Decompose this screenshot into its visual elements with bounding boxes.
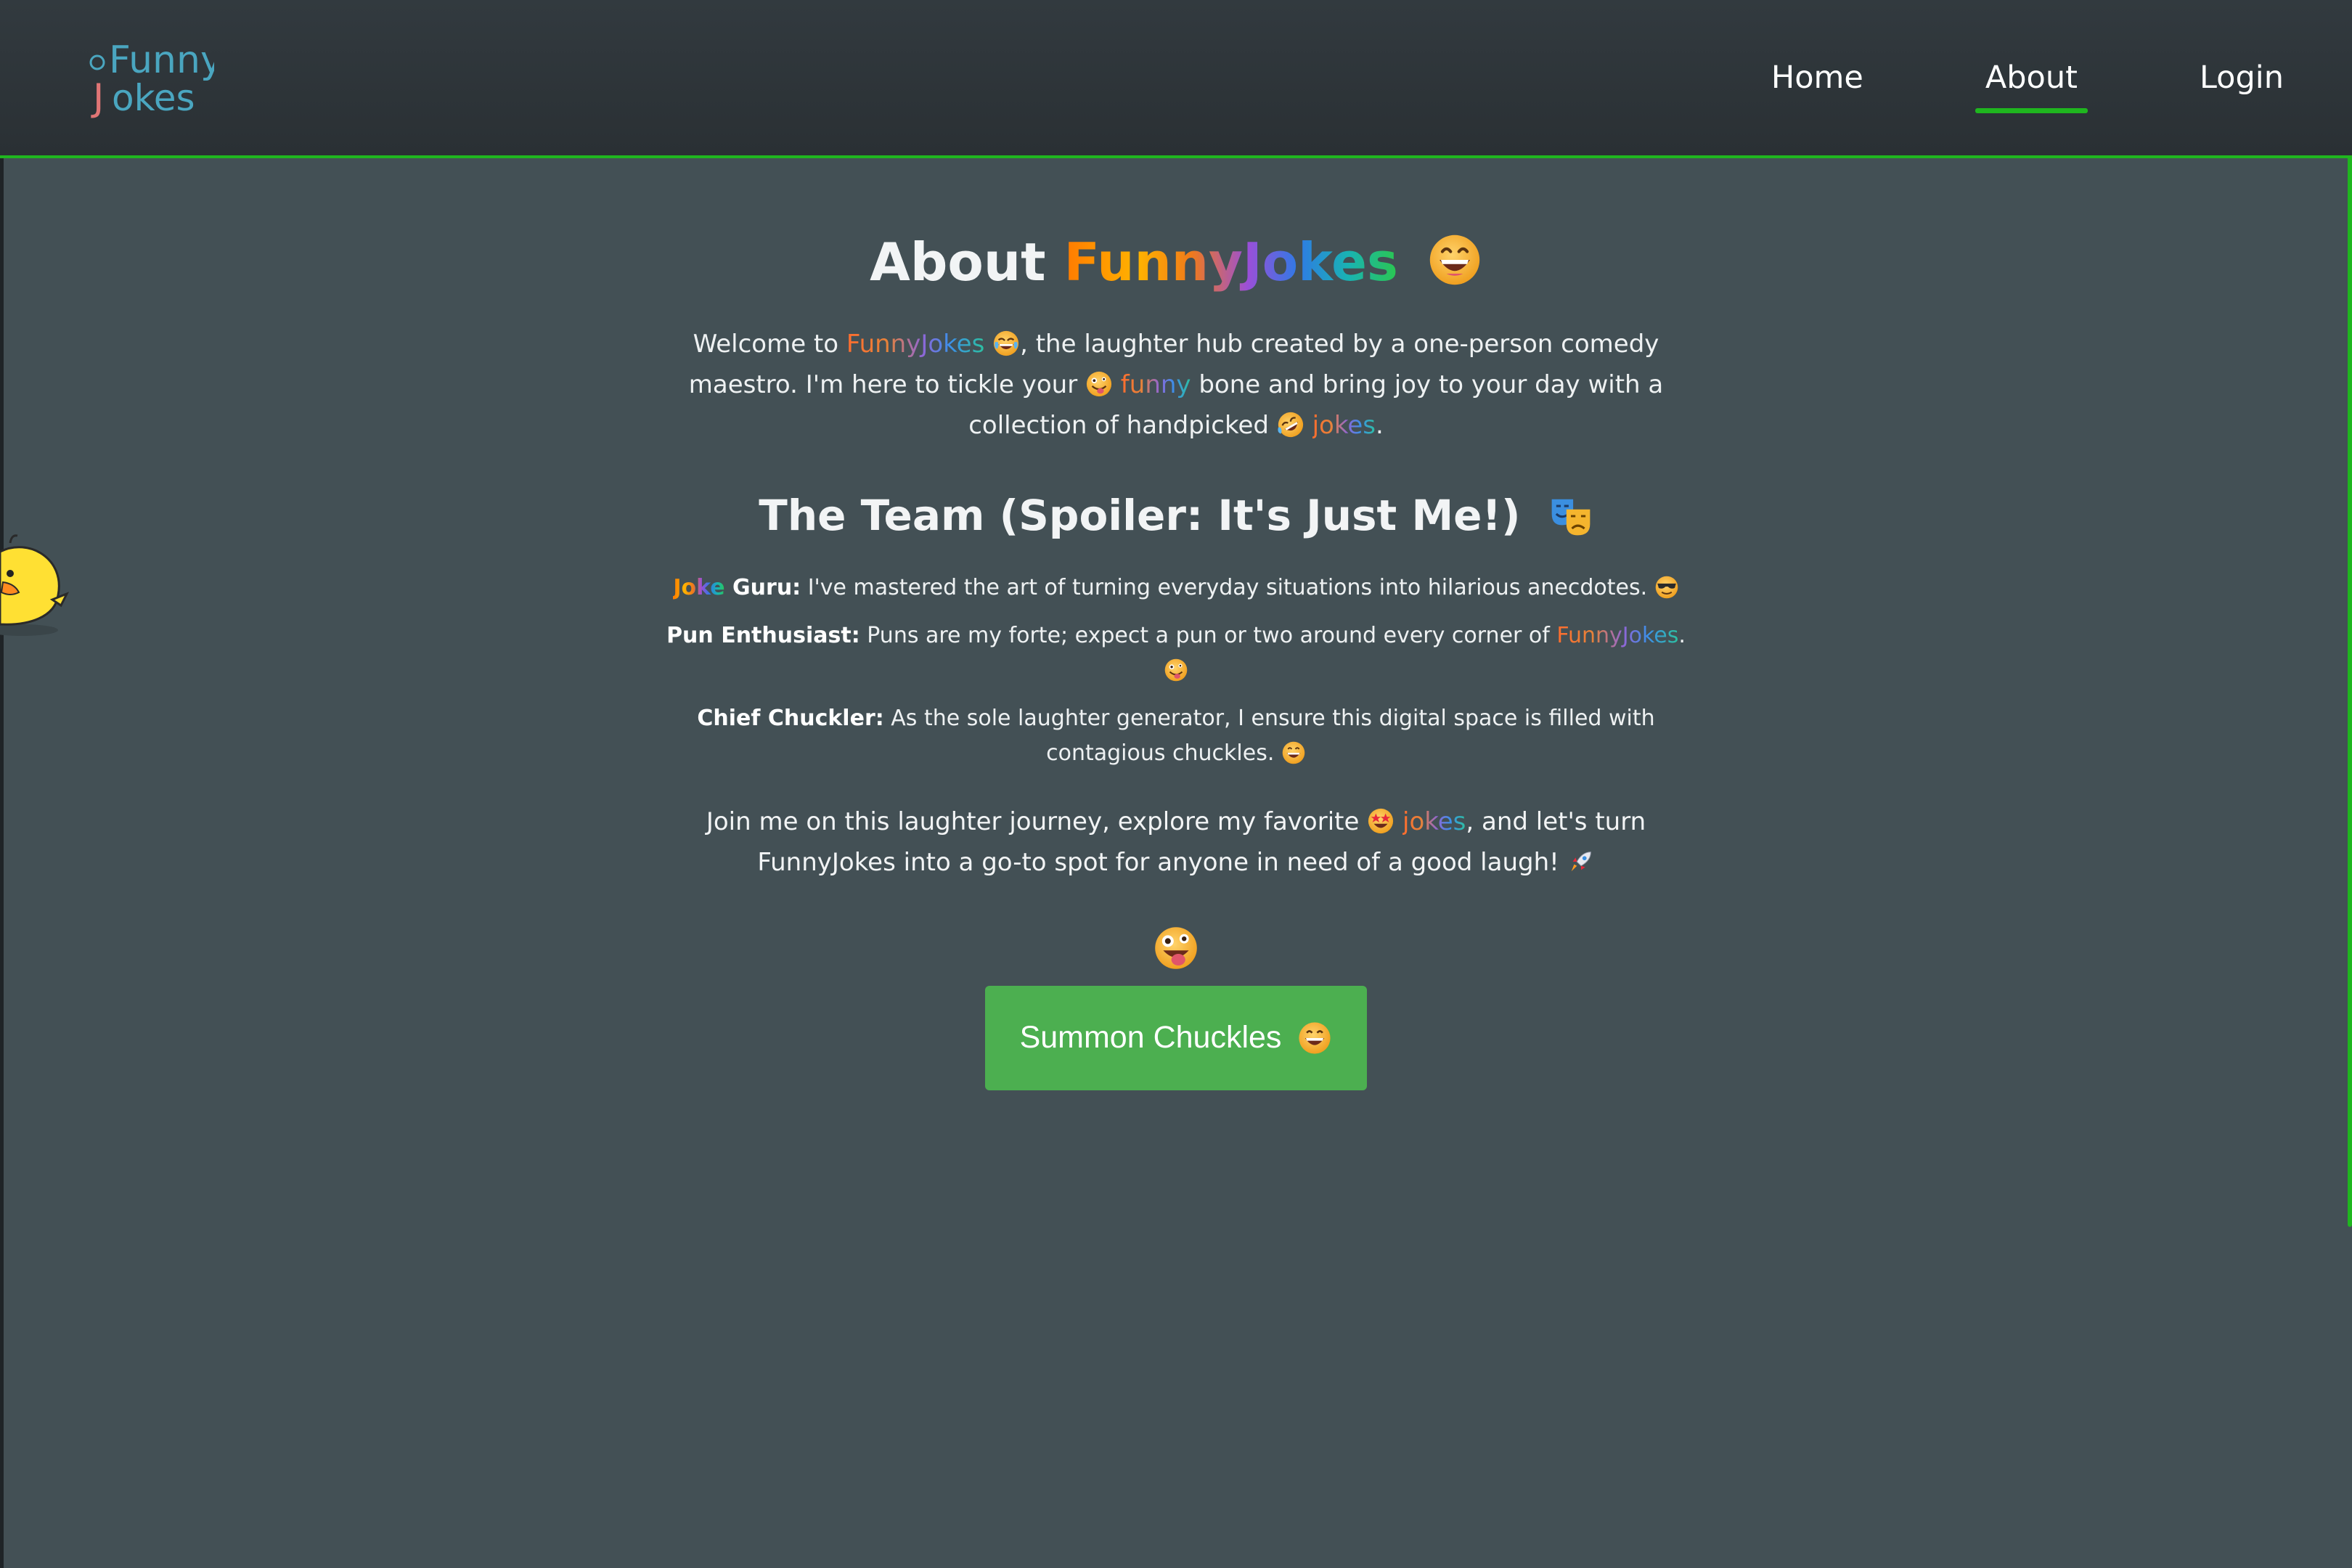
logo-line2-rest: okes (112, 77, 195, 118)
logo-line2-initial: J (91, 76, 104, 118)
summon-chuckles-button[interactable]: Summon Chuckles (984, 985, 1368, 1090)
page-title-brand: FunnyJokes (1063, 232, 1398, 293)
page-title-prefix: About (870, 232, 1064, 293)
theater-masks-icon (1551, 499, 1591, 536)
zany-emoji-icon (1164, 658, 1188, 682)
intro-funny: funny (1120, 370, 1191, 400)
site-logo[interactable]: Funny J okes (87, 35, 223, 120)
sunglasses-emoji-icon (1655, 576, 1678, 599)
team-desc: As the sole laughter generator, I ensure… (883, 705, 1655, 766)
zany-emoji-icon (1086, 372, 1112, 397)
intro-text-4: . (1375, 411, 1384, 441)
team-member-joke-guru: Joke Guru: I've mastered the art of turn… (653, 571, 1699, 605)
closing-paragraph: Join me on this laughter journey, explor… (653, 801, 1699, 883)
navbar: Funny J okes Home About Login (0, 0, 2352, 158)
grinning-emoji-icon (1429, 234, 1480, 285)
team-role: Pun Enthusiast: (666, 622, 860, 648)
team-role: Guru: (724, 574, 801, 600)
nav-about[interactable]: About (1975, 52, 2088, 113)
nav-home[interactable]: Home (1761, 52, 1874, 103)
summon-chuckles-label: Summon Chuckles (1019, 1020, 1282, 1055)
main-content: About FunnyJokes Welcome to FunnyJokes ,… (0, 158, 2352, 1090)
rofl-emoji-icon (1278, 412, 1303, 438)
grinning-emoji-icon (1299, 1022, 1331, 1054)
grinning-emoji-icon (1282, 741, 1305, 764)
closing-text-1: Join me on this laughter journey, explor… (706, 807, 1368, 836)
logo-line1: Funny (109, 38, 214, 82)
team-desc: Puns are my forte; expect a pun or two a… (859, 622, 1557, 648)
page: Funny J okes Home About Login About Funn… (0, 0, 2352, 1568)
closing-jokes: jokes (1402, 807, 1466, 836)
joy-emoji-icon (993, 331, 1019, 356)
team-list: Joke Guru: I've mastered the art of turn… (653, 571, 1699, 771)
team-tail: . (1678, 622, 1686, 648)
team-member-pun-enthusiast: Pun Enthusiast: Puns are my forte; expec… (653, 618, 1699, 688)
star-struck-emoji-icon (1368, 808, 1394, 834)
team-role-colored: Joke (673, 574, 725, 600)
rocket-emoji-icon (1571, 852, 1591, 872)
intro-text-1: Welcome to (693, 330, 846, 359)
team-brand: FunnyJokes (1556, 622, 1679, 648)
team-member-chief-chuckler: Chief Chuckler: As the sole laughter gen… (653, 701, 1699, 771)
intro-paragraph: Welcome to FunnyJokes , the laughter hub… (653, 324, 1699, 446)
team-heading: The Team (Spoiler: It's Just Me!) (0, 491, 2352, 542)
page-title: About FunnyJokes (0, 231, 2352, 293)
team-role: Chief Chuckler: (697, 705, 884, 731)
intro-brand: FunnyJokes (846, 330, 985, 359)
team-heading-text: The Team (Spoiler: It's Just Me!) (759, 491, 1521, 541)
nav-login[interactable]: Login (2189, 52, 2294, 103)
main-nav: Home About Login (1659, 0, 2294, 155)
intro-jokes: jokes (1312, 411, 1376, 441)
team-desc: I've mastered the art of turning everyda… (801, 574, 1654, 600)
zany-emoji-icon (1155, 927, 1197, 969)
